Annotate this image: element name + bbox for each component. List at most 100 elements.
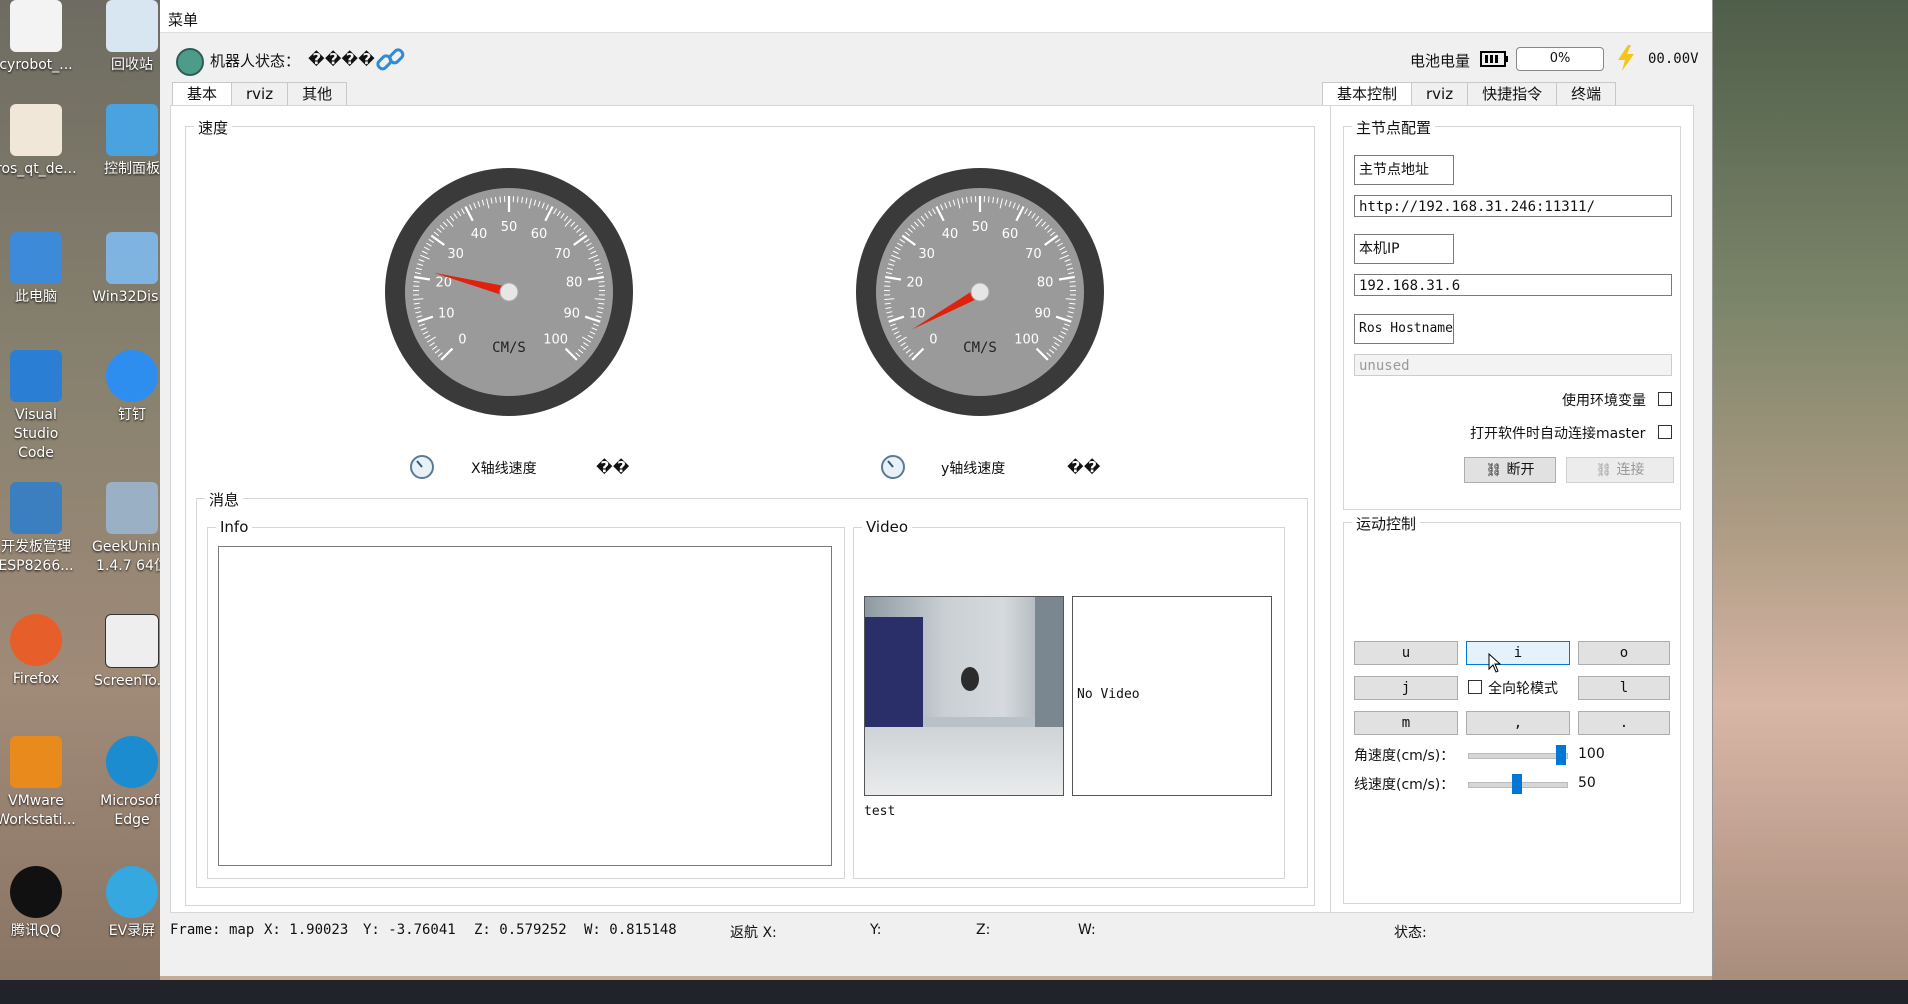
gauge-tick-label: 80 (566, 276, 583, 291)
gauge-unit-label: CM/S (963, 340, 997, 356)
y-speed-gauge: 010 20 30 40 50 60 70 80 90 100 CM/S (856, 168, 1104, 416)
gauge-tick (499, 196, 502, 203)
gauge-tick-label: 70 (1025, 247, 1042, 262)
battery-voltage: 00.00V (1648, 51, 1699, 67)
gauge-tick-label: 20 (436, 276, 453, 291)
gauge-tick-label: 30 (918, 247, 935, 262)
local-ip-input[interactable]: 192.168.31.6 (1354, 274, 1672, 296)
omni-wheel-label: 全向轮模式 (1488, 681, 1558, 697)
gauge-icon (410, 455, 434, 479)
gauge-icon (881, 455, 905, 479)
gauge-tick (516, 196, 519, 203)
speed-group-title: 速度 (194, 117, 233, 138)
gauge-tick (1069, 280, 1076, 283)
message-group-title: 消息 (205, 489, 244, 510)
desktop-icon[interactable]: ros_qt_de... (0, 104, 77, 179)
key-o-button[interactable]: o (1578, 641, 1670, 665)
board-manager-icon[interactable]: 开发板管理 ESP8266... (0, 482, 76, 576)
gauge-tick-label: 50 (501, 220, 518, 235)
qq-icon[interactable]: 腾讯QQ (0, 866, 76, 941)
master-config-title: 主节点配置 (1352, 117, 1436, 138)
tab-shortcuts[interactable]: 快捷指令 (1467, 82, 1558, 105)
video-title: Video (862, 518, 913, 536)
omni-wheel-checkbox[interactable] (1468, 680, 1482, 694)
firefox-icon[interactable]: Firefox (0, 614, 76, 689)
robot-icon (176, 48, 204, 76)
gauge-tick-label: 20 (907, 276, 924, 291)
key-comma-button[interactable]: , (1466, 711, 1570, 735)
key-i-button[interactable]: i (1466, 641, 1570, 665)
info-log-area[interactable] (218, 546, 832, 866)
gauge-unit-label: CM/S (492, 340, 526, 356)
gauge-tick-label: 40 (471, 227, 488, 242)
gauge-tick-label: 100 (1014, 333, 1039, 348)
use-env-checkbox[interactable] (1658, 392, 1672, 406)
disconnect-button[interactable]: ⛓ 断开 (1464, 457, 1556, 483)
master-addr-input[interactable]: http://192.168.31.246:11311/ (1354, 195, 1672, 217)
lightning-icon (1618, 45, 1634, 71)
vscode-icon[interactable]: Visual Studio Code (0, 350, 76, 463)
link-icon: ⛓ (1595, 463, 1613, 478)
video-caption: test (864, 804, 896, 819)
app-window: 菜单 机器人状态： ���� 电池电量 0% 00.00V 基本 rviz 其他… (160, 0, 1713, 976)
tab-rviz-right[interactable]: rviz (1411, 82, 1469, 105)
angular-speed-slider[interactable] (1556, 745, 1566, 765)
tab-rviz[interactable]: rviz (231, 82, 289, 105)
this-pc-icon[interactable]: 此电脑 (0, 232, 76, 307)
gauge-tick-label: 60 (1002, 227, 1019, 242)
auto-connect-label: 打开软件时自动连接master (1470, 426, 1646, 442)
message-group: 消息 Info Video test No Video (196, 489, 1308, 888)
hostname-label: Ros Hostname (1354, 314, 1454, 344)
tab-basic-control[interactable]: 基本控制 (1322, 82, 1413, 105)
battery-icon (1480, 51, 1508, 67)
camera-feed (864, 596, 1064, 796)
right-tab-panel: 主节点配置 主节点地址 http://192.168.31.246:11311/… (1330, 105, 1694, 913)
link-icon[interactable] (374, 44, 406, 76)
taskbar (0, 980, 1908, 1004)
use-env-label: 使用环境变量 (1562, 393, 1646, 409)
gauge-tick-label: 90 (1034, 306, 1051, 321)
gauge-tick (413, 280, 420, 283)
return-x: 返航 X: (730, 925, 777, 941)
robot-status-label: 机器人状态： (210, 52, 301, 70)
tab-terminal[interactable]: 终端 (1556, 82, 1617, 105)
gauge-tick (884, 280, 891, 283)
menu-item[interactable]: 菜单 (168, 9, 198, 30)
vmware-icon[interactable]: VMware Workstati... (0, 736, 76, 830)
gauge-tick-label: 0 (458, 333, 466, 348)
gauge-tick-label: 100 (543, 333, 568, 348)
x-speed-caption: X轴线速度 (471, 461, 537, 477)
key-l-button[interactable]: l (1578, 676, 1670, 700)
auto-connect-checkbox[interactable] (1658, 425, 1672, 439)
desktop-wallpaper-right (1712, 0, 1908, 980)
key-j-button[interactable]: j (1354, 676, 1458, 700)
gauge-tick-label: 70 (554, 247, 571, 262)
master-config-group: 主节点配置 主节点地址 http://192.168.31.246:11311/… (1343, 117, 1681, 510)
linear-speed-slider[interactable] (1512, 774, 1522, 794)
key-period-button[interactable]: . (1578, 711, 1670, 735)
gauge-tick-label: 30 (447, 247, 464, 262)
tab-other[interactable]: 其他 (287, 82, 348, 105)
gauge-tick-label: 0 (929, 333, 937, 348)
gauge-tick (987, 196, 990, 203)
gauge-tick (970, 196, 973, 203)
connect-button[interactable]: ⛓ 连接 (1566, 457, 1674, 483)
linear-speed-label: 线速度(cm/s)： (1354, 777, 1455, 793)
gauge-tick (598, 280, 605, 283)
gauge-tick-label: 10 (438, 306, 455, 321)
key-u-button[interactable]: u (1354, 641, 1458, 665)
y-speed-caption: y轴线速度 (941, 461, 1006, 477)
state-label: 状态: (1394, 925, 1427, 941)
y-speed-value: �� (1067, 458, 1101, 476)
hostname-input[interactable]: unused (1354, 354, 1672, 376)
tab-basic[interactable]: 基本 (172, 82, 233, 105)
gauge-tick-label: 40 (942, 227, 959, 242)
desktop-icon[interactable]: cyrobot_... (0, 0, 76, 75)
gauge-tick-label: 60 (531, 227, 548, 242)
pos-w: W: 0.815148 (584, 922, 677, 938)
gauge-tick-label: 50 (972, 220, 989, 235)
key-m-button[interactable]: m (1354, 711, 1458, 735)
info-title: Info (216, 518, 253, 536)
angular-speed-track[interactable] (1468, 753, 1568, 759)
video-group: Video test No Video (853, 518, 1285, 879)
